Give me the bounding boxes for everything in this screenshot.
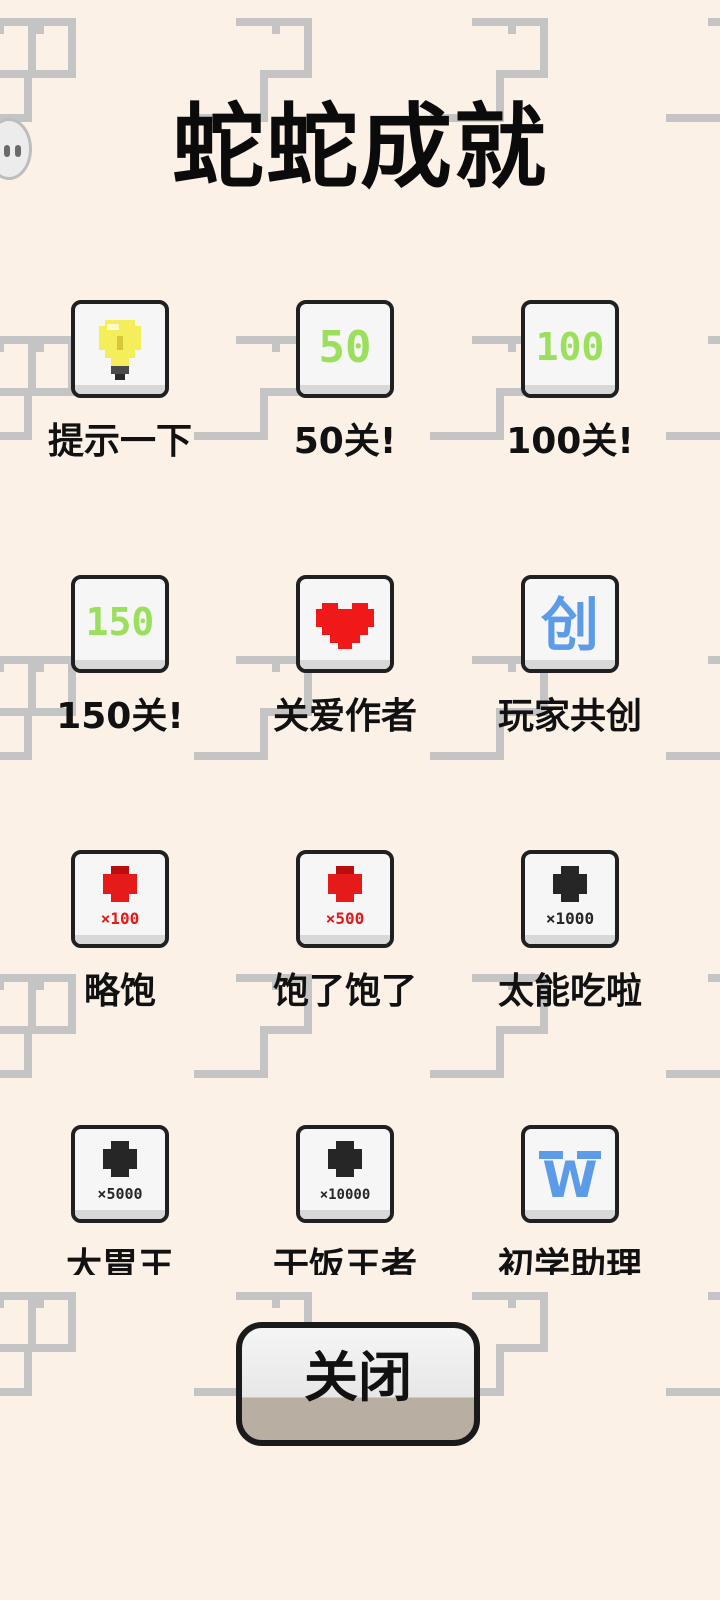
achievement-label: 提示一下 [47, 421, 192, 462]
badge-text: ×5000 [97, 1185, 142, 1203]
black-fruit-icon: ×5000 [71, 1125, 169, 1223]
badge-text: ×1000 [546, 909, 594, 928]
create-icon: 创 [521, 575, 619, 673]
heart-icon [296, 575, 394, 673]
achievement-label: 关爱作者 [272, 696, 417, 737]
achievement-label: 干饭王者 [272, 1246, 417, 1275]
level-50-icon: 50 [296, 300, 394, 398]
lightbulb-icon [71, 300, 169, 398]
black-fruit-icon: ×1000 [521, 850, 619, 948]
achievement-label: 100关! [506, 421, 634, 462]
red-fruit-icon: ×100 [71, 850, 169, 948]
achievement-label: 150关! [56, 696, 184, 737]
achievement-label: 玩家共创 [497, 696, 642, 737]
close-button-label: 关闭 [304, 1346, 412, 1409]
badge-text: 150 [86, 600, 155, 644]
badge-text: W [542, 1151, 597, 1209]
badge-text: ×500 [326, 909, 365, 928]
level-100-icon: 100 [521, 300, 619, 398]
level-150-icon: 150 [71, 575, 169, 673]
achievement-label: 饱了饱了 [272, 971, 417, 1012]
achievement-label: 略饱 [83, 971, 156, 1012]
red-fruit-icon: ×500 [296, 850, 394, 948]
achievement-label: 50关! [293, 421, 397, 462]
badge-text: 50 [319, 322, 372, 373]
badge-text: 100 [536, 325, 605, 369]
achievement-label: 太能吃啦 [497, 971, 642, 1012]
achievement-label: 大胃王 [65, 1246, 174, 1275]
badge-text: ×100 [101, 909, 140, 928]
close-button[interactable]: 关闭 [236, 1322, 480, 1446]
badge-text: 创 [541, 591, 599, 659]
badge-text: ×10000 [320, 1187, 371, 1203]
black-fruit-icon: ×10000 [296, 1125, 394, 1223]
w-icon: W [521, 1125, 619, 1223]
achievement-label: 初学助理 [497, 1246, 642, 1275]
